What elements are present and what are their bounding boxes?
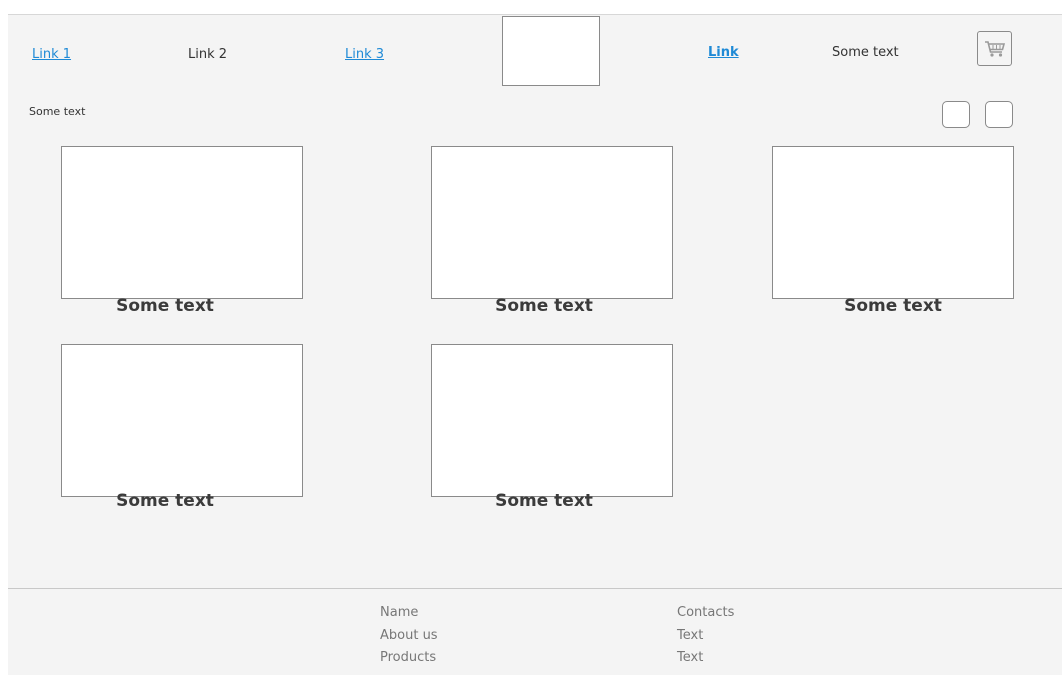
nav-link-3[interactable]: Link 3 bbox=[345, 47, 384, 62]
product-title: Some text bbox=[495, 296, 593, 316]
product-card[interactable]: Some text bbox=[61, 344, 303, 516]
footer-link-products[interactable]: Products bbox=[380, 647, 438, 670]
product-title: Some text bbox=[495, 491, 593, 511]
footer-text-2: Text bbox=[677, 650, 704, 665]
nav-link-1[interactable]: Link 1 bbox=[32, 47, 71, 62]
nav-link-right[interactable]: Link bbox=[708, 45, 739, 60]
product-image-placeholder bbox=[61, 146, 303, 299]
footer-column-1: Name About us Products bbox=[380, 602, 438, 670]
product-card[interactable]: Some text bbox=[61, 146, 303, 318]
product-title: Some text bbox=[844, 296, 942, 316]
footer-link-about-us[interactable]: About us bbox=[380, 625, 438, 648]
product-card[interactable]: Some text bbox=[431, 344, 673, 516]
footer-column-2: Contacts Text Text bbox=[677, 602, 734, 670]
toggle-button-1[interactable] bbox=[942, 101, 970, 128]
nav-link-2[interactable]: Link 2 bbox=[188, 47, 227, 62]
product-image-placeholder bbox=[61, 344, 303, 497]
product-card[interactable]: Some text bbox=[772, 146, 1014, 318]
product-card[interactable]: Some text bbox=[431, 146, 673, 318]
product-title: Some text bbox=[116, 491, 214, 511]
footer-link-name[interactable]: Name bbox=[380, 602, 438, 625]
toggle-button-2[interactable] bbox=[985, 101, 1013, 128]
cart-button[interactable] bbox=[977, 31, 1012, 66]
logo-placeholder bbox=[502, 16, 600, 86]
product-title: Some text bbox=[116, 296, 214, 316]
product-image-placeholder bbox=[772, 146, 1014, 299]
footer: Name About us Products Contacts Text Tex… bbox=[8, 588, 1062, 675]
footer-link-contacts[interactable]: Contacts bbox=[677, 602, 734, 625]
product-image-placeholder bbox=[431, 146, 673, 299]
product-image-placeholder bbox=[431, 344, 673, 497]
shopping-cart-icon bbox=[984, 40, 1005, 57]
header-text: Some text bbox=[832, 45, 899, 60]
subheader-text: Some text bbox=[29, 105, 86, 118]
page: Link 1 Link 2 Link 3 Link Some text Some… bbox=[8, 14, 1062, 675]
footer-text-1: Text bbox=[677, 627, 704, 643]
